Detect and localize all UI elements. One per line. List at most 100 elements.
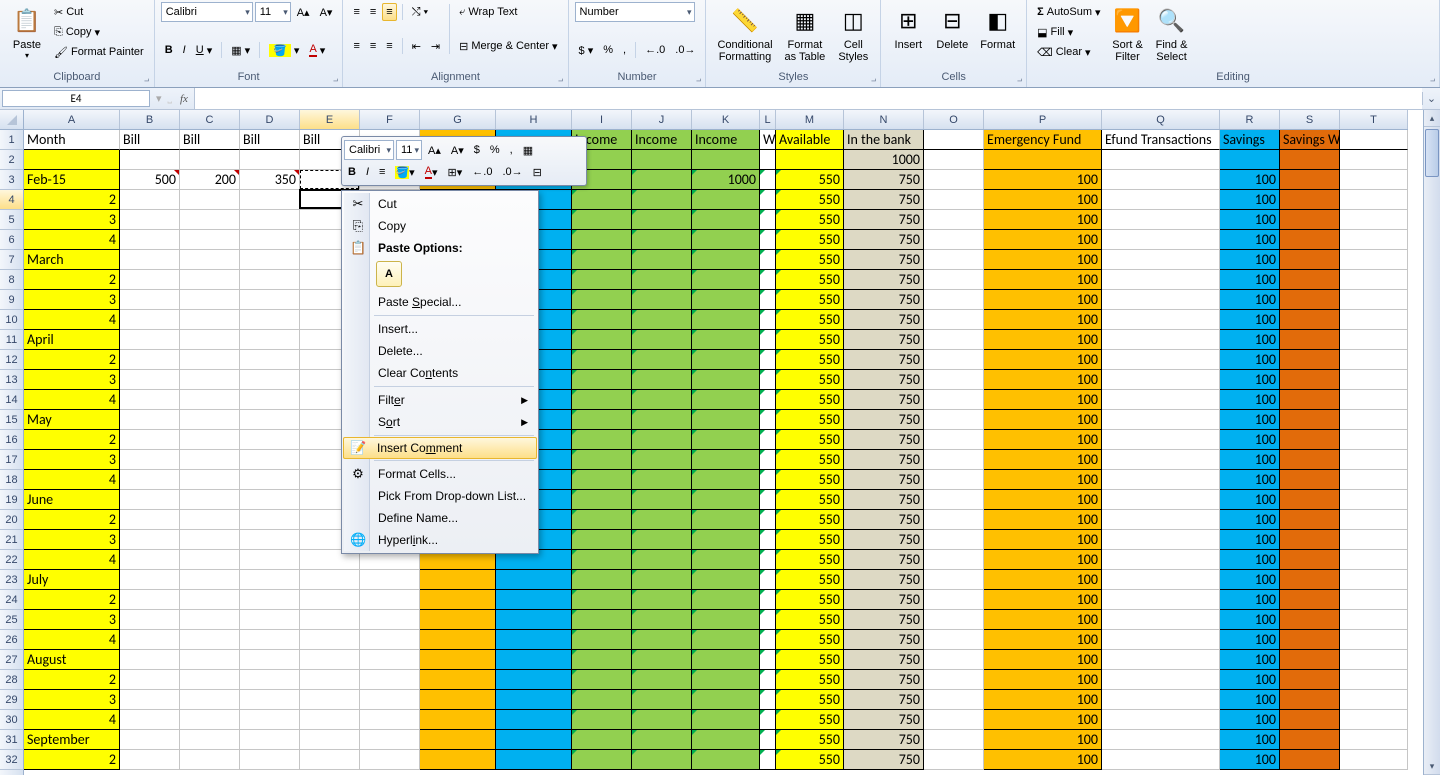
- cell-N31[interactable]: 750: [844, 730, 924, 750]
- cell-O31[interactable]: [924, 730, 984, 750]
- cell-R4[interactable]: 100: [1220, 190, 1280, 210]
- cell-N25[interactable]: 750: [844, 610, 924, 630]
- cell-S12[interactable]: [1280, 350, 1340, 370]
- cell-O11[interactable]: [924, 330, 984, 350]
- col-header-T[interactable]: T: [1340, 110, 1408, 129]
- cell-A28[interactable]: 2: [24, 670, 120, 690]
- cells-area[interactable]: MonthBillBillBillBillIncomeIncomeIncomeW…: [24, 130, 1408, 775]
- cell-I23[interactable]: [572, 570, 632, 590]
- row-header-14[interactable]: 14: [0, 390, 23, 410]
- mini-grow-font[interactable]: A▴: [424, 142, 445, 159]
- cell-C27[interactable]: [180, 650, 240, 670]
- scroll-track[interactable]: [1424, 127, 1440, 758]
- fx-label[interactable]: fx: [174, 93, 194, 105]
- cell-I16[interactable]: [572, 430, 632, 450]
- cell-D7[interactable]: [240, 250, 300, 270]
- cell-A7[interactable]: March: [24, 250, 120, 270]
- cell-C15[interactable]: [180, 410, 240, 430]
- cell-B2[interactable]: [120, 150, 180, 170]
- cell-O12[interactable]: [924, 350, 984, 370]
- cell-R17[interactable]: 100: [1220, 450, 1280, 470]
- cell-P25[interactable]: 100: [984, 610, 1102, 630]
- cell-P6[interactable]: 100: [984, 230, 1102, 250]
- cell-K2[interactable]: [692, 150, 760, 170]
- cell-Q14[interactable]: [1102, 390, 1220, 410]
- cell-N27[interactable]: 750: [844, 650, 924, 670]
- cell-C6[interactable]: [180, 230, 240, 250]
- cut-button[interactable]: ✂Cut: [50, 3, 87, 22]
- cell-A22[interactable]: 4: [24, 550, 120, 570]
- cell-T21[interactable]: [1340, 530, 1408, 550]
- cell-A19[interactable]: June: [24, 490, 120, 510]
- cell-I17[interactable]: [572, 450, 632, 470]
- cell-R2[interactable]: [1220, 150, 1280, 170]
- cell-O21[interactable]: [924, 530, 984, 550]
- cell-L17[interactable]: [760, 450, 776, 470]
- mini-currency[interactable]: $: [470, 142, 484, 158]
- cell-P27[interactable]: 100: [984, 650, 1102, 670]
- cell-Q24[interactable]: [1102, 590, 1220, 610]
- ctx-format-cells[interactable]: ⚙Format Cells...: [344, 463, 536, 485]
- ctx-pick-dropdown[interactable]: Pick From Drop-down List...: [344, 485, 536, 507]
- ctx-cut[interactable]: ✂Cut: [344, 193, 536, 215]
- italic-button[interactable]: I: [179, 41, 190, 59]
- font-name-combo[interactable]: Calibri: [161, 2, 253, 22]
- fill-color-button[interactable]: 🪣 ▾: [265, 41, 303, 60]
- cell-S23[interactable]: [1280, 570, 1340, 590]
- mini-merge[interactable]: ⊟: [529, 164, 546, 181]
- cell-M26[interactable]: 550: [776, 630, 844, 650]
- cell-M27[interactable]: 550: [776, 650, 844, 670]
- cell-O18[interactable]: [924, 470, 984, 490]
- cell-N32[interactable]: 750: [844, 750, 924, 770]
- cell-F23[interactable]: [360, 570, 420, 590]
- cell-K18[interactable]: [692, 470, 760, 490]
- cell-S10[interactable]: [1280, 310, 1340, 330]
- cell-L15[interactable]: [760, 410, 776, 430]
- cell-K28[interactable]: [692, 670, 760, 690]
- cell-A13[interactable]: 3: [24, 370, 120, 390]
- cell-I27[interactable]: [572, 650, 632, 670]
- cell-C9[interactable]: [180, 290, 240, 310]
- cell-C22[interactable]: [180, 550, 240, 570]
- cell-P14[interactable]: 100: [984, 390, 1102, 410]
- cell-C8[interactable]: [180, 270, 240, 290]
- cell-L26[interactable]: [760, 630, 776, 650]
- cell-D10[interactable]: [240, 310, 300, 330]
- cell-K10[interactable]: [692, 310, 760, 330]
- mini-shrink-font[interactable]: A▾: [447, 142, 468, 159]
- cell-N29[interactable]: 750: [844, 690, 924, 710]
- decrease-indent-button[interactable]: ⇤: [408, 37, 425, 56]
- cell-S24[interactable]: [1280, 590, 1340, 610]
- cell-B6[interactable]: [120, 230, 180, 250]
- cell-D19[interactable]: [240, 490, 300, 510]
- cell-F30[interactable]: [360, 710, 420, 730]
- cell-O8[interactable]: [924, 270, 984, 290]
- cell-R5[interactable]: 100: [1220, 210, 1280, 230]
- cell-N12[interactable]: 750: [844, 350, 924, 370]
- cell-L30[interactable]: [760, 710, 776, 730]
- cell-P11[interactable]: 100: [984, 330, 1102, 350]
- cell-P9[interactable]: 100: [984, 290, 1102, 310]
- cell-N1[interactable]: In the bank: [844, 130, 924, 150]
- cell-K8[interactable]: [692, 270, 760, 290]
- cell-P15[interactable]: 100: [984, 410, 1102, 430]
- ctx-clear-contents[interactable]: Clear Contents: [344, 362, 536, 384]
- cell-Q11[interactable]: [1102, 330, 1220, 350]
- cell-C17[interactable]: [180, 450, 240, 470]
- cell-C12[interactable]: [180, 350, 240, 370]
- cell-A16[interactable]: 2: [24, 430, 120, 450]
- cell-D14[interactable]: [240, 390, 300, 410]
- row-header-24[interactable]: 24: [0, 590, 23, 610]
- cell-R9[interactable]: 100: [1220, 290, 1280, 310]
- cell-O2[interactable]: [924, 150, 984, 170]
- insert-cells-button[interactable]: ⊞Insert: [887, 2, 929, 54]
- scroll-thumb[interactable]: [1425, 129, 1439, 177]
- cell-Q4[interactable]: [1102, 190, 1220, 210]
- cell-P26[interactable]: 100: [984, 630, 1102, 650]
- cell-A21[interactable]: 3: [24, 530, 120, 550]
- cell-T4[interactable]: [1340, 190, 1408, 210]
- mini-size-combo[interactable]: 11: [396, 140, 422, 160]
- cell-J13[interactable]: [632, 370, 692, 390]
- clear-button[interactable]: ⌫ Clear ▾: [1033, 43, 1094, 62]
- cell-L4[interactable]: [760, 190, 776, 210]
